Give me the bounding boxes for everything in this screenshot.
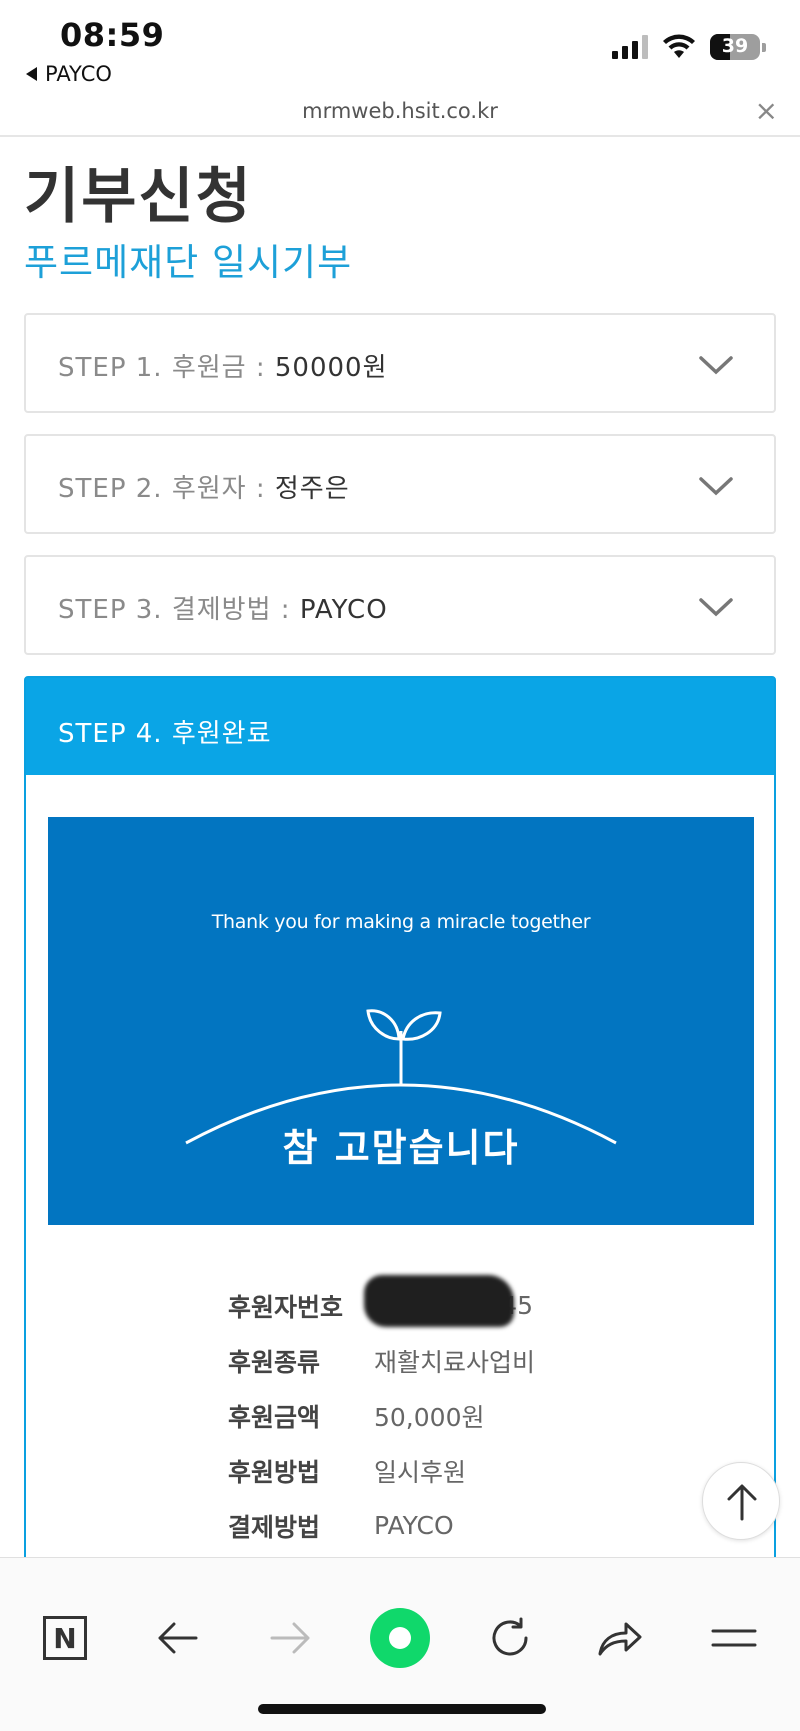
- info-key: 후원종류: [228, 1347, 321, 1377]
- arrow-right-icon: [270, 1622, 310, 1654]
- thank-you-korean: 참 고맙습니다: [282, 1126, 520, 1170]
- step-4-panel: STEP 4. 후원완료 Thank you for making a mira…: [24, 676, 776, 1576]
- back-button[interactable]: [148, 1608, 208, 1668]
- info-key: 결제방법: [228, 1512, 321, 1542]
- home-indicator: [258, 1704, 546, 1714]
- share-icon: [598, 1622, 642, 1656]
- green-dot-button[interactable]: [370, 1608, 430, 1668]
- battery-level: 39: [721, 35, 749, 57]
- info-row: 후원방법 일시후원: [228, 1443, 535, 1498]
- menu-icon: [711, 1629, 757, 1647]
- forward-button[interactable]: [260, 1608, 320, 1668]
- scroll-to-top-button[interactable]: [702, 1462, 780, 1540]
- step-2-value: 정주은: [274, 474, 350, 504]
- step-3-prefix: STEP 3. 결제방법 :: [58, 595, 300, 625]
- thank-you-banner: Thank you for making a miracle together …: [48, 817, 754, 1225]
- step-2-prefix: STEP 2. 후원자 :: [58, 474, 275, 504]
- thank-you-english: Thank you for making a miracle together: [211, 911, 591, 933]
- naver-home-button[interactable]: N: [35, 1608, 95, 1668]
- info-key: 후원방법: [228, 1457, 321, 1487]
- info-value: 50,000원: [374, 1402, 485, 1432]
- back-app-label: PAYCO: [45, 62, 112, 86]
- info-key: 후원자번호: [228, 1292, 344, 1322]
- url-text[interactable]: mrmweb.hsit.co.kr: [0, 99, 800, 123]
- wifi-icon: [663, 34, 695, 58]
- battery-icon: 39: [710, 34, 760, 60]
- step-4-label: STEP 4. 후원완료: [58, 719, 272, 749]
- info-row: 후원자번호 2023003745: [228, 1278, 535, 1333]
- url-bar[interactable]: mrmweb.hsit.co.kr ×: [0, 95, 800, 137]
- step-4-header[interactable]: STEP 4. 후원완료: [26, 678, 774, 775]
- status-icons: 39: [612, 34, 766, 60]
- chevron-down-icon[interactable]: [698, 347, 734, 383]
- naver-n-icon: N: [43, 1616, 87, 1660]
- step-1-prefix: STEP 1. 후원금 :: [58, 353, 275, 383]
- info-row: 후원종류 재활치료사업비: [228, 1333, 535, 1388]
- info-key: 후원금액: [228, 1402, 321, 1432]
- back-triangle-icon: [26, 67, 37, 81]
- close-icon[interactable]: ×: [755, 95, 778, 127]
- menu-button[interactable]: [704, 1608, 764, 1668]
- refresh-button[interactable]: [480, 1608, 540, 1668]
- step-1-value: 50000원: [274, 353, 388, 383]
- page-title: 기부신청: [24, 162, 253, 232]
- cellular-signal-icon: [612, 35, 648, 59]
- step-1-panel[interactable]: STEP 1. 후원금 : 50000원: [24, 313, 776, 413]
- step-3-value: PAYCO: [299, 595, 388, 625]
- info-row: 후원금액 50,000원: [228, 1388, 535, 1443]
- info-row: 결제방법 PAYCO: [228, 1498, 535, 1553]
- arrow-left-icon: [158, 1622, 198, 1654]
- arrow-up-icon: [727, 1484, 757, 1521]
- green-dot-icon: [370, 1608, 430, 1668]
- info-value: 재활치료사업비: [374, 1347, 536, 1377]
- chevron-down-icon[interactable]: [698, 589, 734, 625]
- status-time: 08:59: [60, 16, 165, 54]
- donation-info: 후원자번호 2023003745 후원종류 재활치료사업비 후원금액 50,00…: [228, 1278, 535, 1553]
- info-value: PAYCO: [374, 1511, 454, 1540]
- step-3-panel[interactable]: STEP 3. 결제방법 : PAYCO: [24, 555, 776, 655]
- share-button[interactable]: [590, 1608, 650, 1668]
- status-bar: 08:59 PAYCO 39: [0, 0, 800, 95]
- refresh-icon: [492, 1617, 528, 1656]
- page-subtitle: 푸르메재단 일시기부: [24, 241, 353, 284]
- info-value: 일시후원: [374, 1457, 467, 1487]
- donor-number-value: 2023003745: [374, 1291, 534, 1320]
- back-to-app-button[interactable]: PAYCO: [26, 62, 112, 86]
- chevron-down-icon[interactable]: [698, 468, 734, 504]
- step-2-panel[interactable]: STEP 2. 후원자 : 정주은: [24, 434, 776, 534]
